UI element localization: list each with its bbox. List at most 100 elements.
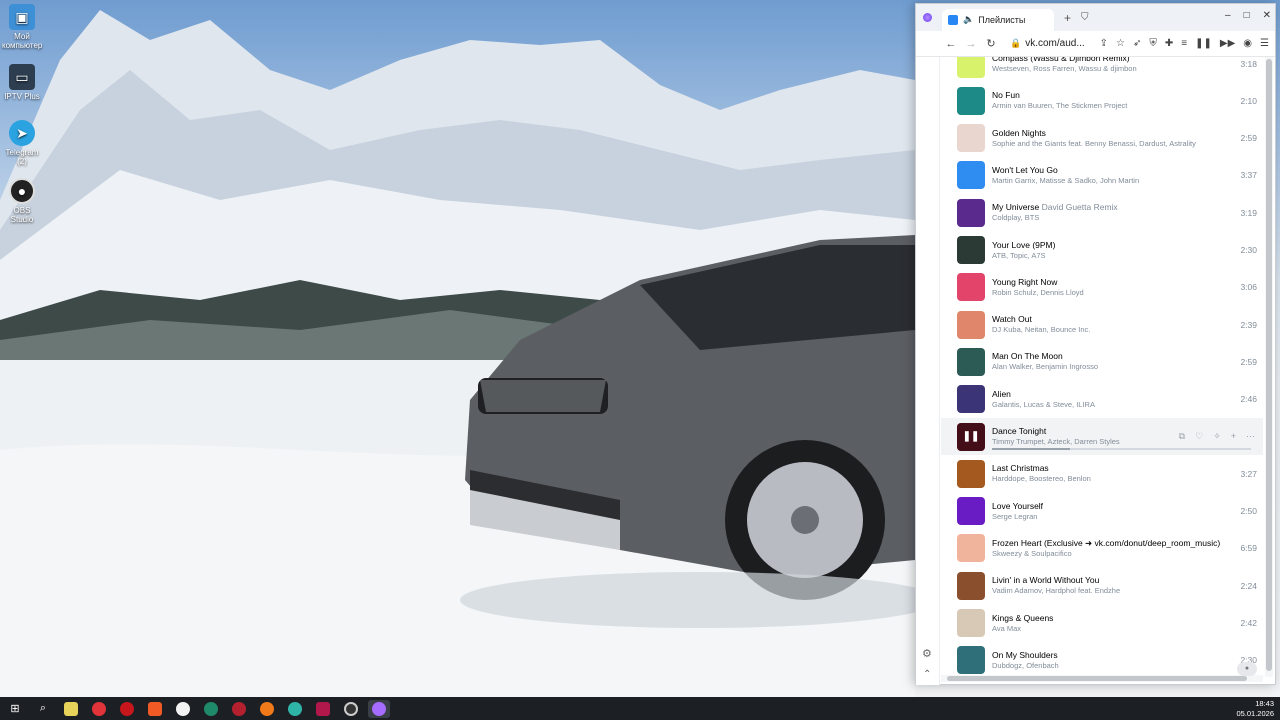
address-bar[interactable]: 🔒 vk.com/aud...: [1010, 38, 1085, 49]
track-title[interactable]: Compass (Wassu & Djimbon Remix): [992, 57, 1130, 63]
track-artist[interactable]: ATB, Topic, A7S: [992, 251, 1229, 261]
track-artist[interactable]: Harddope, Boostereo, Benlon: [992, 474, 1229, 484]
shield-icon[interactable]: ⛨: [1149, 38, 1157, 49]
track-title[interactable]: No Fun: [992, 90, 1020, 100]
speaker-icon[interactable]: 🔈: [963, 14, 974, 25]
horizontal-scrollbar[interactable]: [941, 675, 1263, 682]
track-row[interactable]: Man On The Moon Alan Walker, Benjamin Ing…: [941, 343, 1263, 380]
track-cover[interactable]: [957, 310, 985, 339]
track-cover[interactable]: [957, 497, 985, 526]
track-row[interactable]: Your Love (9PM) ATB, Topic, A7S 2:30: [941, 232, 1263, 269]
track-cover[interactable]: [957, 347, 985, 376]
track-title[interactable]: Kings & Queens: [992, 613, 1053, 623]
track-row[interactable]: Watch Out DJ Kuba, Neitan, Bounce Inc. 2:3…: [941, 306, 1263, 343]
account-icon[interactable]: ◉: [1243, 38, 1252, 49]
track-title[interactable]: My Universe: [992, 202, 1039, 212]
taskbar-app-media[interactable]: [312, 700, 334, 718]
track-row[interactable]: Alien Galantis, Lucas & Steve, ILIRA 2:46: [941, 381, 1263, 418]
track-artist[interactable]: Galantis, Lucas & Steve, ILIRA: [992, 400, 1229, 410]
track-row[interactable]: ❚❚ Dance Tonight Timmy Trumpet, Azteck, Da…: [941, 418, 1263, 455]
gear-icon[interactable]: ⚙: [922, 647, 932, 660]
track-cover[interactable]: [957, 385, 985, 414]
vertical-scrollbar[interactable]: [1265, 57, 1273, 677]
track-cover[interactable]: [957, 198, 985, 227]
taskbar-app-edge[interactable]: [284, 700, 306, 718]
track-title[interactable]: On My Shoulders: [992, 650, 1058, 660]
search-icon[interactable]: ⌕: [32, 700, 54, 718]
minimize-button[interactable]: –: [1225, 10, 1231, 21]
track-artist[interactable]: DJ Kuba, Neitan, Bounce Inc.: [992, 325, 1229, 335]
track-cover[interactable]: [957, 124, 985, 153]
track-artist[interactable]: Alan Walker, Benjamin Ingrosso: [992, 362, 1229, 372]
track-cover[interactable]: [957, 57, 985, 78]
track-title[interactable]: Your Love (9PM): [992, 240, 1055, 250]
reload-icon[interactable]: ↻: [982, 37, 1000, 50]
track-title[interactable]: Frozen Heart (Exclusive ➜ vk.com/donut/d…: [992, 538, 1220, 548]
profile-icon[interactable]: [923, 13, 932, 22]
system-clock[interactable]: 18:43 05.01.2026: [1236, 699, 1274, 719]
track-row[interactable]: Last Christmas Harddope, Boostereo, Benlo…: [941, 455, 1263, 492]
track-artist[interactable]: Vadim Adamov, Hardphol feat. Endzhe: [992, 586, 1229, 596]
recommend-icon[interactable]: ✧: [1213, 431, 1221, 442]
track-artist[interactable]: Sophie and the Giants feat. Benny Benass…: [992, 139, 1229, 149]
track-cover[interactable]: [957, 534, 985, 563]
start-button[interactable]: ⊞: [4, 700, 26, 718]
track-row[interactable]: Compass (Wassu & Djimbon Remix) Westseven…: [941, 57, 1263, 82]
extensions-icon[interactable]: ✚: [1165, 38, 1173, 49]
track-title[interactable]: Dance Tonight: [992, 426, 1046, 436]
track-row[interactable]: Young Right Now Robin Schulz, Dennis Lloy…: [941, 269, 1263, 306]
track-artist[interactable]: Coldplay, BTS: [992, 213, 1229, 223]
track-cover[interactable]: [957, 236, 985, 264]
track-title[interactable]: Love Yourself: [992, 501, 1043, 511]
track-row[interactable]: Won't Let You Go Martin Garrix, Matisse &…: [941, 157, 1263, 194]
forward-icon[interactable]: →: [962, 38, 980, 50]
track-title[interactable]: Livin' in a World Without You: [992, 575, 1099, 585]
desktop-icon-telegram[interactable]: ➤ Telegram (2): [2, 120, 42, 166]
taskbar-app-active-browser[interactable]: [368, 699, 390, 718]
track-artist[interactable]: Dubdogz, Ofenbach: [992, 661, 1229, 671]
rocket-icon[interactable]: ➶: [1133, 38, 1141, 49]
incognito-icon[interactable]: ⛉: [1081, 12, 1089, 23]
track-artist[interactable]: Martin Garrix, Matisse & Sadko, John Mar…: [992, 176, 1229, 186]
playlist-icon[interactable]: ≡: [1181, 38, 1187, 49]
taskbar-app-brave[interactable]: [144, 700, 166, 718]
new-tab-button[interactable]: +: [1064, 11, 1071, 25]
track-row[interactable]: Livin' in a World Without You Vadim Adamo…: [941, 567, 1263, 604]
taskbar-app-browser[interactable]: [228, 700, 250, 718]
taskbar-app-opera[interactable]: [116, 700, 138, 718]
chat-icon[interactable]: ●: [1237, 662, 1257, 676]
track-row[interactable]: Golden Nights Sophie and the Giants feat.…: [941, 120, 1263, 157]
track-title[interactable]: Last Christmas: [992, 463, 1049, 473]
add-icon[interactable]: +: [1231, 431, 1236, 442]
track-title[interactable]: Watch Out: [992, 314, 1032, 324]
tab-playlists[interactable]: 🔈 Плейлисты: [942, 8, 1054, 31]
close-button[interactable]: ✕: [1263, 10, 1271, 21]
track-artist[interactable]: Skweezy & Soulpacifico: [992, 549, 1229, 559]
chevron-up-icon[interactable]: ⌃: [923, 669, 931, 680]
taskbar-app-obs[interactable]: [340, 700, 362, 718]
copy-icon[interactable]: ⧉: [1179, 431, 1185, 442]
taskbar-app-vivaldi[interactable]: [88, 700, 110, 718]
track-row[interactable]: My Universe David Guetta Remix Coldplay, …: [941, 194, 1263, 231]
dislike-icon[interactable]: ♡: [1195, 431, 1203, 442]
star-icon[interactable]: ☆: [1116, 38, 1125, 49]
track-cover[interactable]: [957, 646, 985, 675]
track-cover[interactable]: [957, 571, 985, 600]
track-artist[interactable]: Armin van Buuren, The Stickmen Project: [992, 101, 1229, 111]
track-cover[interactable]: [957, 273, 985, 302]
pause-icon[interactable]: ❚❚: [1195, 38, 1212, 49]
track-artist[interactable]: Timmy Trumpet, Azteck, Darren Styles: [992, 437, 1179, 447]
track-progress-bar[interactable]: [992, 448, 1251, 450]
track-cover[interactable]: [957, 86, 985, 115]
more-icon[interactable]: ⋯: [1246, 431, 1255, 442]
track-title[interactable]: Won't Let You Go: [992, 165, 1058, 175]
back-icon[interactable]: ←: [942, 38, 960, 50]
desktop-icon-obs[interactable]: ● OBS Studio: [2, 178, 42, 224]
track-title[interactable]: Man On The Moon: [992, 351, 1063, 361]
track-row[interactable]: Frozen Heart (Exclusive ➜ vk.com/donut/d…: [941, 530, 1263, 567]
menu-icon[interactable]: ☰: [1260, 38, 1269, 49]
track-cover[interactable]: ❚❚: [957, 422, 985, 451]
share-icon[interactable]: ⇪: [1100, 38, 1108, 49]
track-artist[interactable]: Westseven, Ross Farren, Wassu & djimbon: [992, 64, 1229, 74]
taskbar-app-notes[interactable]: [60, 700, 82, 718]
